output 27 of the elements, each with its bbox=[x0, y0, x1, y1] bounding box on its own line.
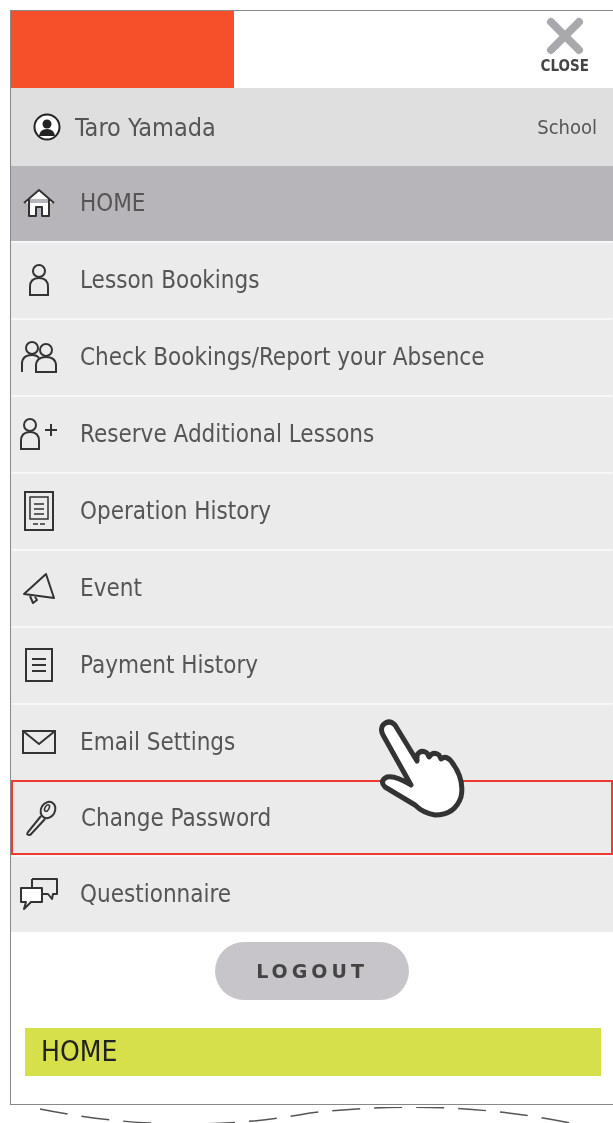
menu-item[interactable]: Questionnaire bbox=[11, 855, 613, 932]
people-icon bbox=[20, 340, 58, 374]
house-icon bbox=[22, 187, 56, 219]
chat-bubbles-icon bbox=[18, 876, 60, 912]
menu-item[interactable]: Email Settings bbox=[11, 703, 613, 780]
menu-item[interactable]: Operation History bbox=[11, 472, 613, 549]
menu-item[interactable]: HOME bbox=[11, 166, 613, 241]
key-icon bbox=[23, 798, 57, 837]
menu-item[interactable]: Change Password bbox=[11, 780, 613, 855]
menu-item[interactable]: Reserve Additional Lessons bbox=[11, 395, 613, 472]
user-name: Taro Yamada bbox=[75, 112, 217, 142]
close-icon bbox=[544, 17, 585, 55]
menu-item[interactable]: Check Bookings/Report your Absence bbox=[11, 318, 613, 395]
menu-item[interactable]: Payment History bbox=[11, 626, 613, 703]
document-icon bbox=[23, 490, 55, 532]
list-document-icon bbox=[24, 647, 54, 683]
close-button[interactable]: CLOSE bbox=[540, 11, 613, 88]
page-title-banner: HOME bbox=[25, 1028, 601, 1076]
person-plus-icon bbox=[19, 417, 59, 451]
user-avatar-icon bbox=[33, 113, 61, 141]
school-label: School bbox=[537, 115, 597, 139]
person-icon bbox=[28, 263, 50, 297]
envelope-icon bbox=[21, 729, 57, 755]
menu-item[interactable]: Lesson Bookings bbox=[11, 241, 613, 318]
megaphone-icon bbox=[21, 571, 57, 605]
logout-button[interactable]: LOGOUT bbox=[215, 942, 409, 1000]
menu-item[interactable]: Event bbox=[11, 549, 613, 626]
